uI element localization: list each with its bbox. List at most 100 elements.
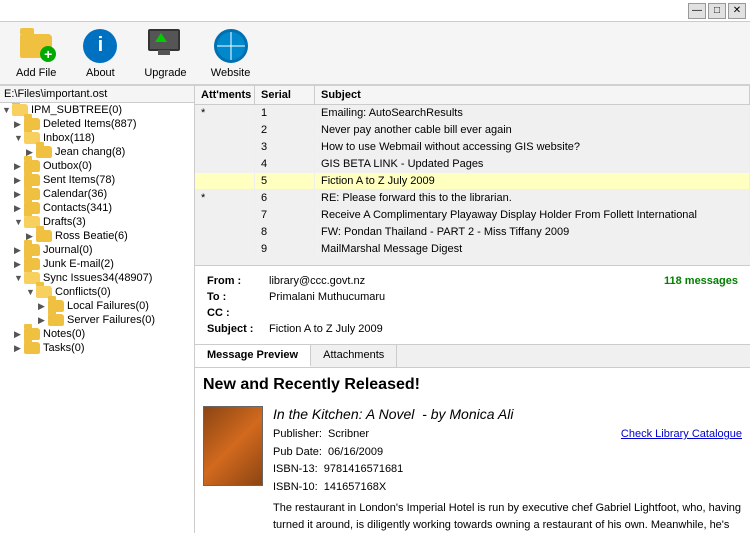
preview-heading: New and Recently Released! [203,376,742,394]
cc-label: CC : [205,306,265,320]
tree-arrow-icon: ▶ [14,175,24,186]
table-row[interactable]: 9MailMarshal Message Digest [195,241,750,258]
about-label: About [86,67,115,79]
publisher-value: Scribner [328,428,369,440]
pubdate-value: 06/16/2009 [328,446,383,458]
cell-subject: Emailing: AutoSearchResults [315,105,750,121]
cell-att: * [195,105,255,121]
to-label: To : [205,290,265,304]
table-row[interactable]: 7Receive A Complimentary Playaway Displa… [195,207,750,224]
table-row[interactable]: 4GIS BETA LINK - Updated Pages [195,156,750,173]
sidebar-item-label: Sent Items(78) [43,174,115,186]
main-area: E:\Files\important.ost ▼IPM_SUBTREE(0)▶D… [0,86,750,533]
table-row[interactable]: 5Fiction A to Z July 2009 [195,173,750,190]
book-title: In the Kitchen: A Novel - by Monica Ali [273,406,742,422]
book-info: In the Kitchen: A Novel - by Monica Ali … [273,406,742,533]
sidebar-item-label: Notes(0) [43,328,85,340]
cell-serial: 8 [255,224,315,240]
window-controls: — □ ✕ [688,3,746,19]
cell-serial: 3 [255,139,315,155]
isbn10-label: ISBN-10: [273,481,318,493]
add-file-icon: + [18,28,54,64]
sidebar-item[interactable]: ▶Tasks(0) [0,341,194,355]
close-button[interactable]: ✕ [728,3,746,19]
tree-arrow-icon: ▶ [14,259,24,270]
cell-subject: RE: Please forward this to the librarian… [315,190,750,206]
about-icon: i [82,28,118,64]
table-row[interactable]: 2Never pay another cable bill ever again [195,122,750,139]
add-file-button[interactable]: + Add File [8,24,64,83]
sidebar-item-label: Drafts(3) [43,216,86,228]
cell-att [195,139,255,155]
sidebar-item-label: Sync Issues34(48907) [43,272,152,284]
tree-arrow-icon: ▶ [14,161,24,172]
book-author: by Monica Ali [431,406,514,422]
minimize-button[interactable]: — [688,3,706,19]
sidebar-item[interactable]: ▼ Drafts(3) [0,215,194,229]
sidebar-item-label: Journal(0) [43,244,93,256]
cc-value [267,306,740,320]
cell-att [195,122,255,138]
tree-arrow-icon: ▼ [14,217,24,227]
sidebar-item[interactable]: ▼ Inbox(118) [0,131,194,145]
about-button[interactable]: i About [72,24,128,83]
tree-arrow-icon: ▶ [14,245,24,256]
cell-att [195,224,255,240]
sidebar-item[interactable]: ▼ Conflicts(0) [0,285,194,299]
cell-serial: 7 [255,207,315,223]
title-bar: — □ ✕ [0,0,750,22]
tree-arrow-icon: ▶ [14,189,24,200]
cell-serial: 5 [255,173,315,189]
table-row[interactable]: 3How to use Webmail without accessing GI… [195,139,750,156]
cell-subject: Never pay another cable bill ever again [315,122,750,138]
sidebar-item-label: Server Failures(0) [67,314,155,326]
cell-serial: 6 [255,190,315,206]
table-row[interactable]: *6RE: Please forward this to the librari… [195,190,750,207]
tree-arrow-icon: ▼ [14,133,24,143]
book-description: The restaurant in London's Imperial Hote… [273,500,742,533]
website-button[interactable]: Website [203,24,259,83]
website-label: Website [211,67,251,79]
cell-subject: How to use Webmail without accessing GIS… [315,139,750,155]
sidebar-item-label: Contacts(341) [43,202,112,214]
header-serial[interactable]: Serial [255,86,315,104]
tree-arrow-icon: ▼ [14,273,24,283]
email-details: From : library@ccc.govt.nz 118 messages … [195,266,750,345]
header-att[interactable]: Att'ments [195,86,255,104]
message-preview: New and Recently Released! In the Kitche… [195,368,750,533]
sidebar-item[interactable]: ▼ Sync Issues34(48907) [0,271,194,285]
website-icon [213,28,249,64]
tree-arrow-icon: ▶ [14,343,24,354]
upgrade-icon [147,28,183,64]
tab-attachments[interactable]: Attachments [311,345,397,367]
tree-arrow-icon: ▶ [38,315,48,326]
cell-att [195,207,255,223]
table-row[interactable]: *1Emailing: AutoSearchResults [195,105,750,122]
cell-subject: FW: Pondan Thailand - PART 2 - Miss Tiff… [315,224,750,240]
sidebar-item-label: IPM_SUBTREE(0) [31,104,122,116]
maximize-button[interactable]: □ [708,3,726,19]
upgrade-button[interactable]: Upgrade [136,24,194,83]
upgrade-label: Upgrade [144,67,186,79]
table-row[interactable]: 8FW: Pondan Thailand - PART 2 - Miss Tif… [195,224,750,241]
tree-arrow-icon: ▶ [14,203,24,214]
email-list-header: Att'ments Serial Subject [195,86,750,105]
book-entry: In the Kitchen: A Novel - by Monica Ali … [203,406,742,533]
header-subject[interactable]: Subject [315,86,750,104]
tree-arrow-icon: ▼ [26,287,36,297]
cell-serial: 4 [255,156,315,172]
book-title-text: In the Kitchen: A Novel [273,406,414,422]
sidebar-item[interactable]: ▶Local Failures(0) [0,299,194,313]
tab-message-preview[interactable]: Message Preview [195,345,311,367]
folder-icon [36,146,52,158]
sidebar-item-label: Inbox(118) [43,132,95,144]
sidebar-item-label: Outbox(0) [43,160,92,172]
folder-icon [36,230,52,242]
sidebar-item-label: Local Failures(0) [67,300,149,312]
sidebar-item-label: Junk E-mail(2) [43,258,114,270]
book-thumbnail [203,406,263,486]
check-catalogue-link[interactable]: Check Library Catalogue [621,426,742,444]
sidebar-item-label: Conflicts(0) [55,286,111,298]
sidebar-item-label: Jean chang(8) [55,146,125,158]
isbn13-label: ISBN-13: [273,463,318,475]
